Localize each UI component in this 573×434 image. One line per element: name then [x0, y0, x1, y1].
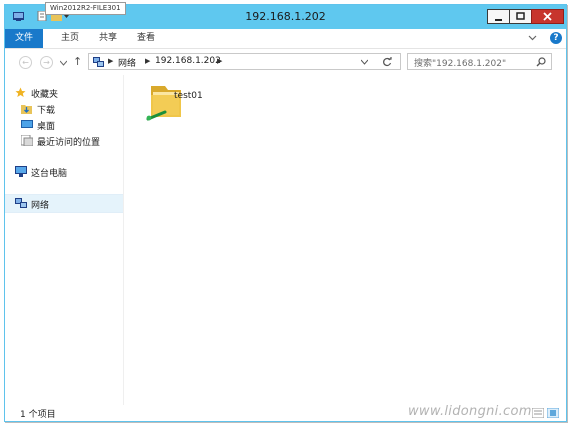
tab-view[interactable]: 查看 [137, 29, 155, 48]
tab-file[interactable]: 文件 [5, 29, 43, 48]
expand-ribbon-icon[interactable] [528, 33, 537, 42]
help-button[interactable]: ? [550, 32, 562, 44]
close-button[interactable] [531, 9, 564, 24]
nav-network-label: 网络 [31, 201, 50, 211]
explorer-window: Win2012R2-FILE301 192.168.1.202 文件 主页 共享… [4, 2, 567, 422]
search-box[interactable]: 搜索"192.168.1.202" [407, 53, 552, 70]
recent-places-icon [21, 135, 33, 146]
breadcrumb-separator-icon[interactable]: ▶ [217, 57, 222, 65]
breadcrumb-host[interactable]: 192.168.1.202 [155, 56, 221, 66]
window-title: 192.168.1.202 [245, 10, 326, 23]
forward-button[interactable]: → [40, 56, 53, 69]
recent-locations-icon[interactable] [60, 60, 67, 66]
breadcrumb-separator-icon[interactable]: ▶ [145, 57, 150, 65]
maximize-icon [516, 12, 525, 20]
watermark: www.lidongni.com [408, 404, 532, 419]
file-list: test01 [124, 75, 564, 405]
title-bar: Win2012R2-FILE301 192.168.1.202 [5, 2, 566, 29]
nav-recent-places-label: 最近访问的位置 [37, 138, 101, 148]
nav-this-pc-label: 这台电脑 [31, 169, 68, 179]
nav-desktop-label: 桌面 [37, 122, 56, 132]
search-icon[interactable] [536, 57, 546, 67]
star-icon [15, 87, 26, 97]
ribbon-tabs: 文件 主页 共享 查看 ? [5, 29, 566, 49]
nav-downloads-label: 下载 [37, 106, 56, 116]
large-icons-view-icon[interactable] [547, 408, 559, 418]
computer-icon [15, 166, 27, 177]
minimize-icon [495, 19, 502, 21]
address-bar[interactable]: ▶ 网络 ▶ 192.168.1.202 ▶ [88, 53, 401, 70]
close-icon [543, 12, 552, 21]
nav-item-desktop[interactable]: 桌面 [5, 116, 123, 133]
nav-item-network[interactable]: 网络 [5, 194, 123, 213]
nav-item-favorites[interactable]: 收藏夹 [5, 84, 123, 101]
nav-item-recent-places[interactable]: 最近访问的位置 [5, 132, 123, 149]
up-button[interactable]: ↑ [73, 55, 82, 68]
breadcrumb-network[interactable]: 网络 [118, 56, 136, 69]
back-button[interactable]: ← [19, 56, 32, 69]
network-icon [93, 57, 104, 67]
navigation-bar: ← → ↑ ▶ 网络 ▶ 192.168.1.202 ▶ 搜索"192.168.… [5, 49, 566, 75]
shared-folder-icon [146, 86, 181, 121]
refresh-icon[interactable] [382, 57, 392, 67]
breadcrumb-separator-icon[interactable]: ▶ [108, 57, 113, 65]
tab-home[interactable]: 主页 [61, 29, 79, 48]
list-item[interactable]: test01 [124, 75, 244, 125]
maximize-button[interactable] [509, 9, 532, 24]
network-icon [15, 198, 27, 208]
nav-item-this-pc[interactable]: 这台电脑 [5, 163, 123, 180]
folder-name: test01 [174, 91, 203, 101]
details-view-icon[interactable] [532, 408, 544, 418]
navigation-pane: 收藏夹 下载 桌面 最近访问的位置 这台电脑 网络 [5, 75, 124, 405]
tab-share[interactable]: 共享 [99, 29, 117, 48]
address-dropdown-icon[interactable] [361, 59, 368, 65]
minimize-button[interactable] [487, 9, 510, 24]
desktop-icon [21, 120, 33, 128]
downloads-folder-icon [21, 105, 32, 114]
item-count: 1 个项目 [20, 410, 56, 420]
nav-item-downloads[interactable]: 下载 [5, 100, 123, 117]
search-placeholder: 搜索"192.168.1.202" [414, 59, 507, 69]
nav-favorites-label: 收藏夹 [31, 90, 59, 100]
